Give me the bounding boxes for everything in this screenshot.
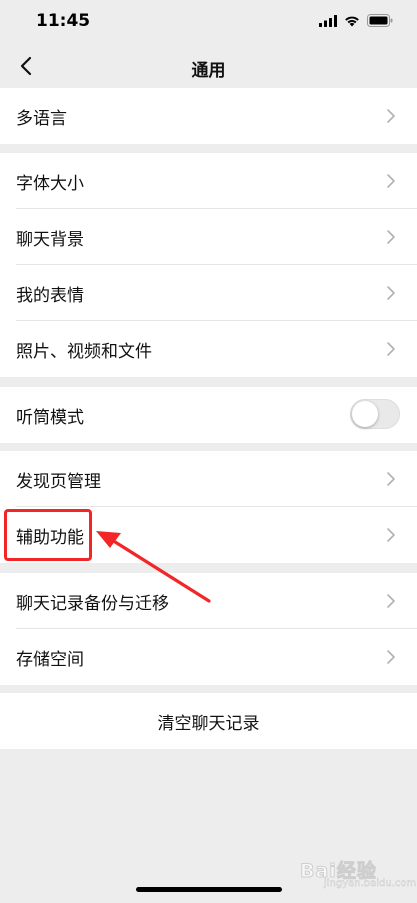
chevron-right-icon xyxy=(387,174,395,188)
setting-row-discover-management[interactable]: 发现页管理 xyxy=(0,451,417,507)
setting-row-earpiece-mode: 听筒模式 xyxy=(0,387,417,443)
chevron-right-icon xyxy=(387,528,395,542)
settings-group-features: 发现页管理 辅助功能 xyxy=(0,451,417,563)
setting-label: 聊天背景 xyxy=(16,229,84,250)
setting-label: 我的表情 xyxy=(16,285,84,306)
settings-group-storage: 聊天记录备份与迁移 存储空间 xyxy=(0,573,417,685)
setting-row-accessibility[interactable]: 辅助功能 xyxy=(0,507,417,563)
chevron-right-icon xyxy=(387,109,395,123)
wifi-icon xyxy=(345,16,359,26)
chevron-right-icon xyxy=(387,342,395,356)
setting-row-chat-backup-migration[interactable]: 聊天记录备份与迁移 xyxy=(0,573,417,629)
settings-group-language: 多语言 xyxy=(0,88,417,144)
chevron-right-icon xyxy=(387,472,395,486)
home-indicator xyxy=(136,887,282,892)
earpiece-mode-toggle[interactable] xyxy=(350,399,400,429)
setting-row-my-stickers[interactable]: 我的表情 xyxy=(0,265,417,321)
settings-group-clear: 清空聊天记录 xyxy=(0,693,417,749)
clear-chat-history-button[interactable]: 清空聊天记录 xyxy=(0,693,417,749)
status-icons xyxy=(319,14,393,27)
page-title: 通用 xyxy=(191,61,226,81)
status-time: 11:45 xyxy=(36,11,91,31)
setting-label: 听筒模式 xyxy=(16,407,84,428)
battery-icon xyxy=(367,14,393,27)
settings-group-earpiece: 听筒模式 xyxy=(0,387,417,443)
setting-label: 辅助功能 xyxy=(16,527,84,548)
setting-label: 存储空间 xyxy=(16,649,84,670)
setting-label: 聊天记录备份与迁移 xyxy=(16,593,169,614)
setting-row-storage-space[interactable]: 存储空间 xyxy=(0,629,417,685)
watermark-logo: Bai经验 jingyan.baidu.com xyxy=(300,852,417,892)
setting-row-font-size[interactable]: 字体大小 xyxy=(0,153,417,209)
chevron-right-icon xyxy=(387,650,395,664)
chevron-right-icon xyxy=(387,286,395,300)
watermark-subtext: jingyan.baidu.com xyxy=(324,878,417,889)
chevron-right-icon xyxy=(387,230,395,244)
clear-chat-history-label: 清空聊天记录 xyxy=(157,713,260,734)
navigation-bar: 通用 xyxy=(0,44,417,88)
signal-icon xyxy=(319,14,337,27)
status-bar: 11:45 xyxy=(0,0,417,44)
setting-label: 字体大小 xyxy=(16,173,84,194)
chevron-right-icon xyxy=(387,594,395,608)
setting-label: 照片、视频和文件 xyxy=(16,341,152,362)
setting-label: 多语言 xyxy=(16,108,67,129)
setting-row-language[interactable]: 多语言 xyxy=(0,88,417,144)
toggle-knob xyxy=(352,401,378,427)
setting-row-photos-videos-files[interactable]: 照片、视频和文件 xyxy=(0,321,417,377)
setting-row-chat-background[interactable]: 聊天背景 xyxy=(0,209,417,265)
setting-label: 发现页管理 xyxy=(16,471,101,492)
settings-group-display: 字体大小 聊天背景 我的表情 照片、视频和文件 xyxy=(0,153,417,377)
